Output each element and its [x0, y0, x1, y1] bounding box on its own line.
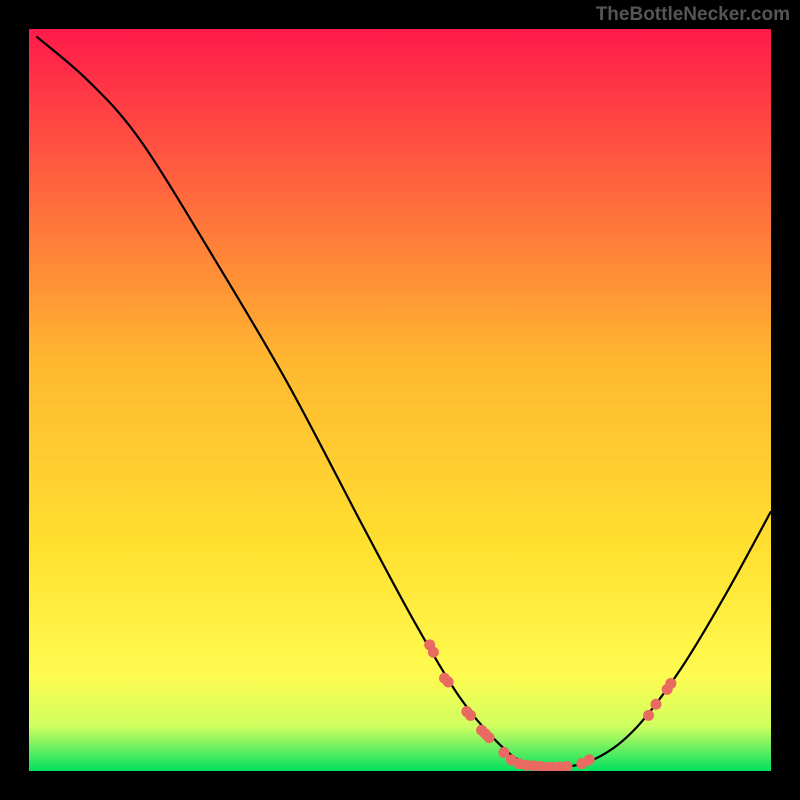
data-marker [643, 710, 654, 721]
data-marker [665, 678, 676, 689]
data-marker [584, 754, 595, 765]
watermark-text: TheBottleNecker.com [596, 4, 790, 26]
data-marker [650, 699, 661, 710]
chart-container: TheBottleNecker.com [0, 0, 800, 800]
data-marker [484, 732, 495, 743]
chart-svg [29, 29, 771, 771]
plot-area [29, 29, 771, 771]
data-marker [443, 676, 454, 687]
data-marker [428, 647, 439, 658]
data-marker [465, 710, 476, 721]
